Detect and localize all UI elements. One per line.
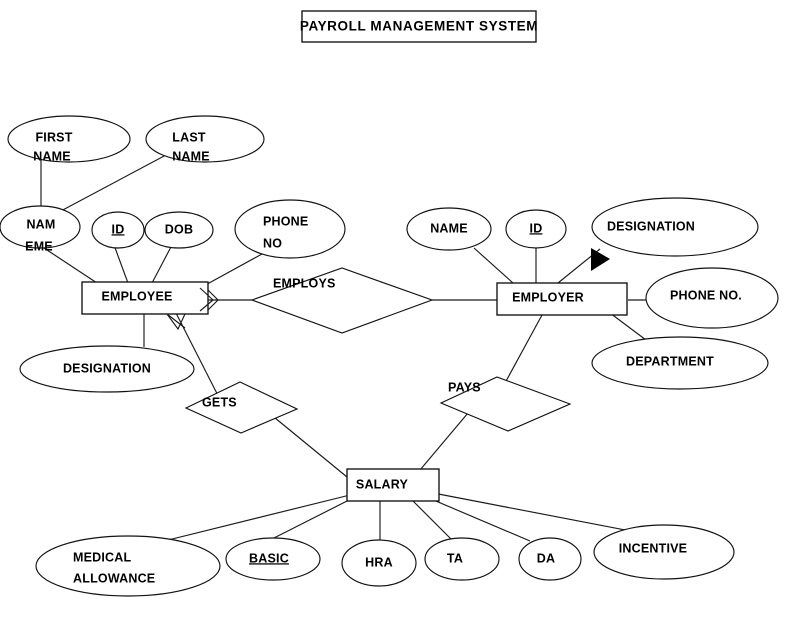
attribute-employee-phone-no-line1: PHONE [263,214,308,228]
attribute-employer-department[interactable]: DEPARTMENT [591,336,769,390]
attribute-hra-label: HRA [365,555,393,569]
relationship-gets[interactable]: GETS [184,381,299,434]
attribute-hra[interactable]: HRA [341,539,417,587]
attribute-employee-name[interactable]: NAM EME [0,205,81,253]
attribute-employee-name-line2: EME [25,239,53,253]
attribute-first-name-line1: FIRST [35,130,72,144]
er-diagram-canvas: PAYROLL MANAGEMENT SYSTEM FIRST NAME LAS… [0,0,800,630]
attribute-last-name-line2: NAME [172,149,210,163]
attribute-ta-label: TA [447,551,463,565]
attribute-incentive[interactable]: INCENTIVE [593,524,735,580]
attribute-employer-id[interactable]: ID [505,209,567,249]
attribute-first-name[interactable]: FIRST NAME [7,115,131,163]
attribute-employee-id[interactable]: ID [91,211,145,249]
attribute-employer-name[interactable]: NAME [406,207,492,251]
attribute-employee-designation-label: DESIGNATION [63,361,151,375]
entity-employee-label: EMPLOYEE [101,289,172,303]
cursor-pointer-icon [591,248,610,271]
attribute-employee-designation[interactable]: DESIGNATION [19,345,195,393]
attribute-ta[interactable]: TA [424,537,500,581]
relationship-employs[interactable]: EMPLOYS [250,267,434,334]
attribute-basic[interactable]: BASIC [225,537,321,581]
attribute-employee-name-line1: NAM [26,217,55,231]
attribute-employer-designation[interactable]: DESIGNATION [591,197,759,257]
attribute-employer-id-label: ID [530,221,543,235]
relationship-pays-label: PAYS [448,380,481,394]
attribute-medical-allowance-line1: MEDICAL [73,550,132,564]
attribute-incentive-label: INCENTIVE [619,541,687,555]
entity-employee[interactable]: EMPLOYEE [81,281,209,315]
attribute-medical-allowance[interactable]: MEDICAL ALLOWANCE [35,535,221,597]
entity-salary-label: SALARY [356,477,409,491]
attribute-employee-phone-no[interactable]: PHONE NO [234,199,346,259]
attribute-basic-label: BASIC [249,551,289,565]
relationship-gets-label: GETS [202,395,237,409]
attribute-last-name-line1: LAST [172,130,206,144]
attribute-employer-designation-label: DESIGNATION [607,219,695,233]
relationship-employs-label: EMPLOYS [273,276,336,290]
attribute-employer-phone-no[interactable]: PHONE NO. [645,267,779,329]
attribute-employee-dob-label: DOB [165,222,193,236]
attribute-employer-phone-no-label: PHONE NO. [670,288,742,302]
entity-employer[interactable]: EMPLOYER [496,282,628,316]
entity-salary[interactable]: SALARY [346,468,440,502]
attribute-employee-id-label: ID [112,222,125,236]
attribute-employee-phone-no-line2: NO [263,236,282,250]
attribute-employer-name-label: NAME [430,221,468,235]
title-label: PAYROLL MANAGEMENT SYSTEM [300,19,538,34]
attribute-medical-allowance-line2: ALLOWANCE [73,571,155,585]
attribute-first-name-line2: NAME [33,149,71,163]
attribute-employee-dob[interactable]: DOB [144,211,214,249]
title-box: PAYROLL MANAGEMENT SYSTEM [300,10,538,43]
attribute-da-label: DA [537,551,555,565]
attribute-da[interactable]: DA [518,537,582,581]
attribute-employer-department-label: DEPARTMENT [626,354,714,368]
entity-employer-label: EMPLOYER [512,290,584,304]
